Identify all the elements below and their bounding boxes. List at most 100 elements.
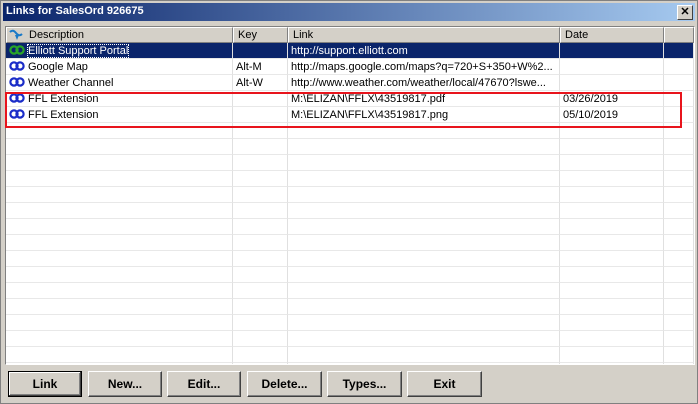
description-text: Google Map (28, 61, 88, 73)
empty-cell (288, 203, 560, 219)
cell-key: Alt-M (233, 59, 288, 75)
cell-key (233, 43, 288, 59)
empty-cell (560, 171, 664, 187)
empty-cell (6, 347, 233, 363)
empty-cell (288, 283, 560, 299)
table-row[interactable]: Elliott Support Portal http://support.ell… (6, 43, 694, 59)
empty-row (6, 171, 694, 187)
empty-cell (664, 315, 694, 331)
cell-spacer (664, 43, 694, 59)
empty-cell (288, 347, 560, 363)
links-grid[interactable]: Description Key Link Date Elliott Suppor… (5, 26, 695, 365)
empty-row (6, 347, 694, 363)
empty-cell (664, 155, 694, 171)
empty-cell (560, 251, 664, 267)
empty-cell (6, 139, 233, 155)
exit-button[interactable]: Exit (407, 371, 482, 397)
empty-cell (288, 363, 560, 364)
empty-cell (560, 347, 664, 363)
new-button[interactable]: New... (88, 371, 162, 397)
empty-cell (664, 235, 694, 251)
empty-cell (288, 187, 560, 203)
empty-cell (664, 171, 694, 187)
empty-cell (560, 187, 664, 203)
cell-link: http://www.weather.com/weather/local/476… (288, 75, 560, 91)
empty-row (6, 331, 694, 347)
description-text: Elliott Support Portal (26, 44, 130, 58)
empty-cell (664, 139, 694, 155)
empty-cell (6, 187, 233, 203)
empty-cell (233, 155, 288, 171)
empty-cell (560, 363, 664, 364)
links-window: Links for SalesOrd 926675 ✕ Description … (0, 0, 698, 404)
empty-cell (6, 235, 233, 251)
column-label-date: Date (565, 29, 589, 41)
cell-link: http://maps.google.com/maps?q=720+S+350+… (288, 59, 560, 75)
empty-cell (233, 171, 288, 187)
cell-description: Elliott Support Portal (6, 43, 233, 59)
empty-cell (288, 235, 560, 251)
empty-cell (233, 235, 288, 251)
table-row[interactable]: Google Map Alt-M http://maps.google.com/ma… (6, 59, 694, 75)
link-chain-icon (9, 45, 25, 55)
empty-cell (6, 203, 233, 219)
empty-row (6, 219, 694, 235)
empty-cell (664, 251, 694, 267)
column-header-description[interactable]: Description (6, 27, 233, 43)
table-row[interactable]: Weather Channel Alt-W http://www.weather.c… (6, 75, 694, 91)
empty-cell (6, 299, 233, 315)
column-header-link[interactable]: Link (288, 27, 560, 43)
column-header-key[interactable]: Key (233, 27, 288, 43)
cell-description: Weather Channel (6, 75, 233, 91)
empty-row (6, 203, 694, 219)
empty-cell (288, 331, 560, 347)
empty-cell (233, 299, 288, 315)
empty-cell (664, 203, 694, 219)
empty-row (6, 299, 694, 315)
empty-cell (233, 203, 288, 219)
close-button[interactable]: ✕ (677, 5, 693, 20)
empty-cell (233, 219, 288, 235)
empty-cell (560, 331, 664, 347)
empty-cell (6, 283, 233, 299)
empty-cell (233, 363, 288, 364)
empty-cell (288, 251, 560, 267)
empty-cell (288, 139, 560, 155)
empty-row (6, 283, 694, 299)
title-bar[interactable]: Links for SalesOrd 926675 ✕ (3, 3, 695, 21)
empty-row (6, 139, 694, 155)
empty-row (6, 315, 694, 331)
empty-cell (664, 267, 694, 283)
column-header-date[interactable]: Date (560, 27, 664, 43)
empty-cell (664, 299, 694, 315)
empty-cell (560, 299, 664, 315)
empty-row (6, 267, 694, 283)
empty-cell (288, 299, 560, 315)
empty-cell (560, 155, 664, 171)
cell-date (560, 75, 664, 91)
empty-cell (288, 267, 560, 283)
types-button[interactable]: Types... (327, 371, 402, 397)
empty-cell (560, 219, 664, 235)
empty-cell (664, 187, 694, 203)
column-header-spacer (664, 27, 694, 43)
empty-cell (6, 315, 233, 331)
empty-cell (6, 155, 233, 171)
empty-cell (560, 315, 664, 331)
empty-row (6, 187, 694, 203)
empty-cell (233, 331, 288, 347)
empty-cell (233, 267, 288, 283)
link-button[interactable]: Link (8, 371, 82, 397)
empty-row (6, 155, 694, 171)
cell-spacer (664, 59, 694, 75)
empty-cell (233, 251, 288, 267)
empty-cell (233, 347, 288, 363)
cell-description: Google Map (6, 59, 233, 75)
empty-cell (233, 187, 288, 203)
delete-button[interactable]: Delete... (247, 371, 322, 397)
cell-key: Alt-W (233, 75, 288, 91)
description-text: Weather Channel (28, 77, 114, 89)
empty-cell (560, 283, 664, 299)
edit-button[interactable]: Edit... (167, 371, 241, 397)
empty-cell (288, 315, 560, 331)
